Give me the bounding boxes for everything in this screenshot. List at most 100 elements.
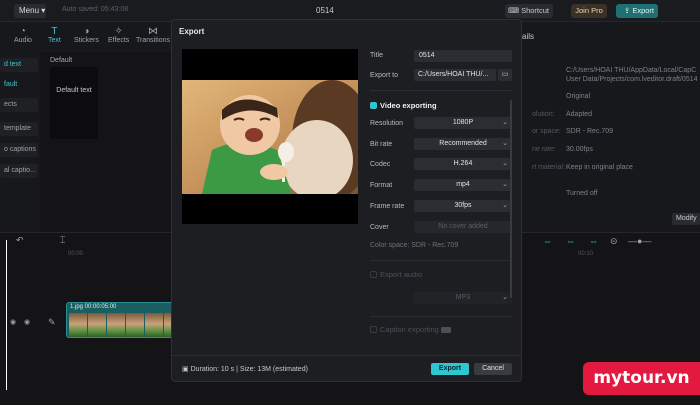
audio-format-select[interactable]: MP3 ⌄ <box>414 292 512 304</box>
detail-value: Adapted <box>566 111 593 118</box>
video-export-checkbox[interactable] <box>370 102 377 109</box>
link-icon[interactable]: ⇔ <box>543 236 552 246</box>
caption-export-title: Caption exporting <box>380 325 451 334</box>
settings-scrollbar[interactable] <box>510 100 512 298</box>
divider <box>370 316 512 317</box>
time-marker: 00:00 <box>68 251 84 257</box>
format-label: Format <box>370 182 393 189</box>
divider <box>370 90 512 91</box>
sidebar-item-auto-captions[interactable]: o captions <box>0 143 38 157</box>
stickers-icon: ◑ <box>83 26 90 37</box>
default-text-card[interactable]: Default text <box>50 67 98 139</box>
cancel-button[interactable]: Cancel <box>474 363 512 375</box>
export-dialog: Export Title 0514 Export to C:/Users/HOA… <box>171 19 522 382</box>
split-icon[interactable]: ⌶ <box>60 235 65 246</box>
zoom-out-icon[interactable]: ⊝ <box>610 236 618 247</box>
codec-label: Codec <box>370 161 391 168</box>
chevron-down-icon: ⌄ <box>502 181 508 188</box>
clip-thumbnail <box>126 313 144 337</box>
sidebar-item-add-text[interactable]: d text <box>0 58 38 72</box>
keyboard-icon: ⌨ <box>508 6 522 15</box>
snap-icon[interactable]: ⇔ <box>566 236 575 246</box>
sidebar-item-manual-captions[interactable]: al captio... <box>0 164 38 178</box>
divider <box>370 260 512 261</box>
top-export-button[interactable]: ⇪ Export <box>616 4 658 18</box>
detail-label: or space: <box>532 128 561 135</box>
media-toolbar: ◔ Audio T Text ◑ Stickers ✧ Effects ⋈ Transit… <box>0 22 172 52</box>
color-space-text: Color space: SDR - Rec.709 <box>370 242 459 249</box>
film-icon: ▣ <box>182 366 191 373</box>
format-select[interactable]: mp4 ⌄ <box>414 179 512 191</box>
detail-label: olution: <box>532 111 555 118</box>
video-preview <box>182 49 358 224</box>
resolution-label: Resolution <box>370 120 404 127</box>
audio-icon: ◔ <box>19 26 26 37</box>
export-info: ▣ Duration: 10 s | Size: 13M (estimated) <box>182 366 308 373</box>
transitions-icon: ⋈ <box>147 26 158 37</box>
detail-value: 30.00fps <box>566 146 593 153</box>
eye-icon[interactable]: ◉ <box>10 318 16 326</box>
caption-export-checkbox[interactable] <box>370 326 377 333</box>
detail-value: User Data/Projects/com.lveditor.draft/05… <box>566 76 698 83</box>
title-label: Title <box>370 52 383 59</box>
preview-image <box>182 80 358 194</box>
section-label: Default <box>50 57 73 64</box>
export-path-input[interactable]: C:/Users/HOAI THU/... <box>414 69 496 81</box>
detail-value: Turned off <box>566 190 598 197</box>
detail-value: SDR - Rec.709 <box>566 128 614 135</box>
tab-stickers[interactable]: ◑ Stickers <box>74 26 99 44</box>
clip-thumbnail <box>145 313 163 337</box>
folder-icon[interactable]: ▭ <box>498 69 512 81</box>
editor-app: Menu ▾ Auto saved: 05:43:08 0514 ⌨ Short… <box>0 0 700 405</box>
detail-label: ne rate: <box>532 146 556 153</box>
undo-icon[interactable]: ↶ <box>16 235 24 246</box>
clip-thumbnail <box>69 313 87 337</box>
detail-value: C:/Users/HOAI THU/AppData/Local/CapC <box>566 67 697 74</box>
project-title: 0514 <box>316 6 334 15</box>
chevron-down-icon: ▾ <box>41 6 46 15</box>
playhead[interactable] <box>6 240 7 390</box>
modify-button[interactable]: Modify <box>672 213 700 225</box>
video-export-title: Video exporting <box>380 101 437 110</box>
details-title: ails <box>522 32 535 41</box>
chevron-down-icon: ⌄ <box>502 294 508 301</box>
cover-label: Cover <box>370 224 389 231</box>
bitrate-label: Bit rate <box>370 141 393 148</box>
chevron-down-icon: ⌄ <box>502 119 508 126</box>
codec-select[interactable]: H.264 ⌄ <box>414 158 512 170</box>
tab-transitions[interactable]: ⋈ Transitions <box>136 26 170 44</box>
clip-thumbnail <box>107 313 125 337</box>
resolution-select[interactable]: 1080P ⌄ <box>414 117 512 129</box>
sidebar-item-default[interactable]: fault <box>0 78 38 92</box>
join-pro-button[interactable]: Join Pro <box>571 4 607 18</box>
chevron-down-icon: ⌄ <box>502 140 508 147</box>
menu-button[interactable]: Menu ▾ <box>14 4 46 18</box>
tab-effects[interactable]: ✧ Effects <box>108 26 129 44</box>
time-marker: 00:10 <box>578 251 594 257</box>
dialog-title: Export <box>179 27 205 36</box>
frame-rate-label: Frame rate <box>370 203 405 210</box>
export-button[interactable]: Export <box>431 363 469 375</box>
detail-label: rt material: <box>532 164 566 171</box>
lock-icon[interactable]: ◉ <box>24 318 30 326</box>
frame-rate-select[interactable]: 30fps ⌄ <box>414 200 512 212</box>
clip-thumbnail <box>88 313 106 337</box>
preview-axis-icon[interactable]: ⇔ <box>589 236 598 246</box>
watermark-logo: mytour.vn <box>583 362 700 395</box>
autosave-status: Auto saved: 05:43:08 <box>62 6 129 13</box>
tab-text[interactable]: T Text <box>48 26 61 44</box>
cover-button[interactable]: No cover added <box>414 221 512 233</box>
text-icon: T <box>51 26 58 37</box>
sidebar-item-template[interactable]: template <box>0 122 38 136</box>
zoom-slider-icon[interactable]: —●— <box>628 236 651 246</box>
sidebar-item-effects[interactable]: ects <box>0 98 38 112</box>
shortcut-button[interactable]: ⌨ Shortcut <box>505 4 553 18</box>
audio-export-title: Export audio <box>380 270 423 279</box>
tab-audio[interactable]: ◔ Audio <box>14 26 32 44</box>
bitrate-select[interactable]: Recommended ⌄ <box>414 138 512 150</box>
pro-badge-icon <box>440 327 451 334</box>
pencil-icon[interactable]: ✎ <box>48 317 56 328</box>
title-input[interactable]: 0514 <box>414 50 512 62</box>
audio-export-checkbox[interactable] <box>370 271 377 278</box>
text-sidebar: d text fault ects template o captions al… <box>0 52 40 232</box>
